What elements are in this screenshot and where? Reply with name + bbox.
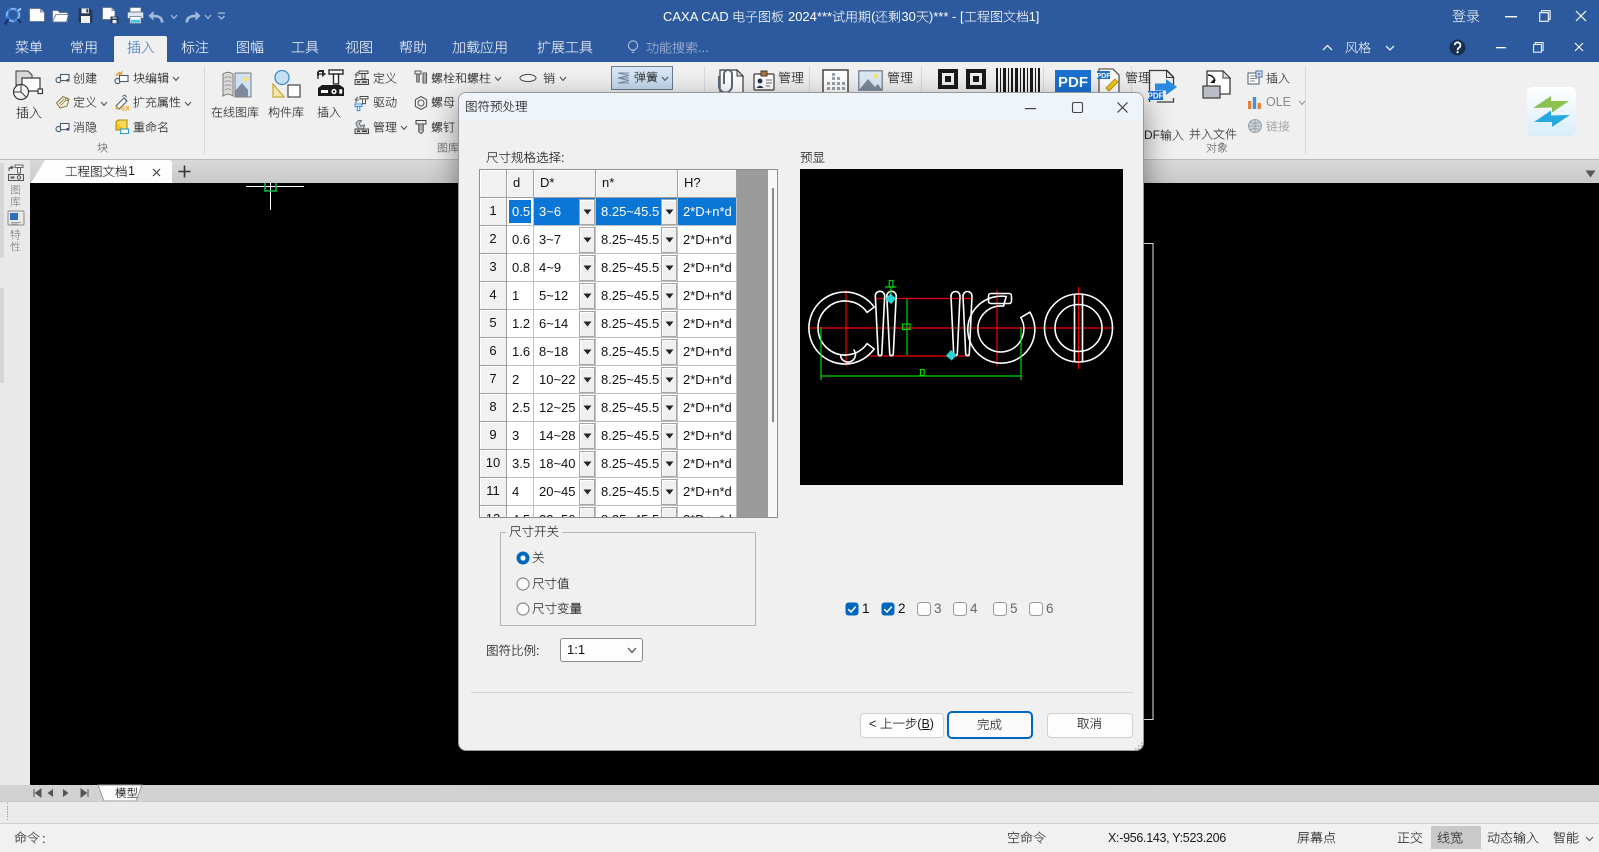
svg-text:PDF: PDF bbox=[1097, 73, 1112, 80]
svg-text:PDF: PDF bbox=[1148, 92, 1164, 101]
svg-text:EX: EX bbox=[121, 105, 130, 112]
svg-text:PDF: PDF bbox=[1058, 74, 1088, 91]
